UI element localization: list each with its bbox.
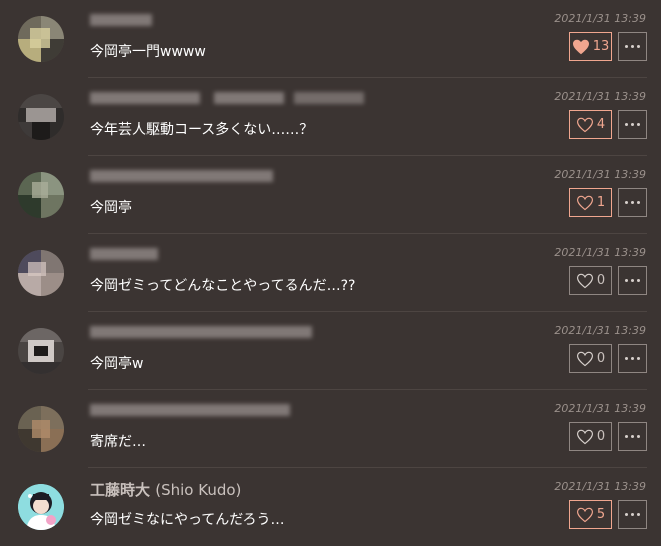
more-options-icon — [625, 279, 640, 282]
avatar[interactable] — [18, 94, 64, 140]
comment-timestamp: 2021/1/31 13:39 — [554, 90, 646, 103]
more-options-icon — [625, 123, 640, 126]
like-count: 4 — [596, 117, 606, 132]
avatar[interactable] — [18, 250, 64, 296]
more-options-button[interactable] — [618, 266, 647, 295]
more-options-button[interactable] — [618, 188, 647, 217]
more-options-button[interactable] — [618, 344, 647, 373]
comment-text: 今岡ゼミってどんなことやってるんだ…?? — [90, 278, 356, 294]
more-options-button[interactable] — [618, 500, 647, 529]
comment-item: 今岡亭w 2021/1/31 13:39 0 — [0, 312, 661, 390]
heart-outline-icon — [576, 507, 593, 522]
comment-timestamp: 2021/1/31 13:39 — [554, 12, 646, 25]
comment-timestamp: 2021/1/31 13:39 — [554, 246, 646, 259]
heart-outline-icon — [576, 351, 593, 366]
comment-text: 今岡ゼミなにやってんだろう… — [90, 512, 285, 528]
comment-text: 今岡亭 — [90, 200, 132, 216]
avatar[interactable] — [18, 172, 64, 218]
comment-item: 今岡亭一門wwww 2021/1/31 13:39 13 — [0, 0, 661, 78]
comment-text: 今岡亭一門wwww — [90, 44, 206, 60]
like-button[interactable]: 1 — [569, 188, 612, 217]
more-options-button[interactable] — [618, 32, 647, 61]
like-count: 0 — [596, 273, 606, 288]
like-button[interactable]: 4 — [569, 110, 612, 139]
more-options-icon — [625, 201, 640, 204]
heart-outline-icon — [576, 117, 593, 132]
more-options-icon — [625, 45, 640, 48]
more-options-button[interactable] — [618, 110, 647, 139]
comment-item: 工藤時大 (Shio Kudo) 今岡ゼミなにやってんだろう… 2021/1/3… — [0, 468, 661, 546]
comment-timestamp: 2021/1/31 13:39 — [554, 402, 646, 415]
comment-text: 今岡亭w — [90, 356, 144, 372]
avatar[interactable] — [18, 484, 64, 530]
comment-timestamp: 2021/1/31 13:39 — [554, 480, 646, 493]
author-name-pixelated — [90, 170, 273, 186]
comment-text: 今年芸人駆動コース多くない……？ — [90, 122, 314, 138]
user-avatar-illustration — [18, 484, 64, 530]
author-name-pixelated — [90, 326, 312, 342]
more-options-icon — [625, 435, 640, 438]
more-options-icon — [625, 357, 640, 360]
like-button[interactable]: 13 — [569, 32, 612, 61]
author-name-pixelated — [90, 92, 364, 108]
comment-item: 今岡ゼミってどんなことやってるんだ…?? 2021/1/31 13:39 0 — [0, 234, 661, 312]
more-options-icon — [625, 513, 640, 516]
heart-outline-icon — [576, 195, 593, 210]
heart-filled-icon — [572, 39, 589, 54]
more-options-button[interactable] — [618, 422, 647, 451]
comment-timestamp: 2021/1/31 13:39 — [554, 324, 646, 337]
like-button[interactable]: 0 — [569, 266, 612, 295]
author-name[interactable]: 工藤時大 (Shio Kudo) — [90, 479, 241, 500]
like-count: 13 — [592, 39, 610, 54]
author-name-romaji: (Shio Kudo) — [155, 481, 242, 499]
like-count: 0 — [596, 351, 606, 366]
comment-timestamp: 2021/1/31 13:39 — [554, 168, 646, 181]
comment-item: 今岡亭 2021/1/31 13:39 1 — [0, 156, 661, 234]
avatar[interactable] — [18, 16, 64, 62]
comment-item: 今年芸人駆動コース多くない……？ 2021/1/31 13:39 4 — [0, 78, 661, 156]
like-button[interactable]: 0 — [569, 422, 612, 451]
like-button[interactable]: 5 — [569, 500, 612, 529]
heart-outline-icon — [576, 273, 593, 288]
like-count: 0 — [596, 429, 606, 444]
like-count: 5 — [596, 507, 606, 522]
comment-list: 今岡亭一門wwww 2021/1/31 13:39 13 今年芸人駆動コース多く… — [0, 0, 661, 540]
author-name-japanese: 工藤時大 — [90, 481, 151, 499]
author-name-pixelated — [90, 248, 158, 264]
author-name-pixelated — [90, 14, 152, 30]
avatar[interactable] — [18, 328, 64, 374]
heart-outline-icon — [576, 429, 593, 444]
comment-text: 寄席だ… — [90, 434, 146, 450]
avatar[interactable] — [18, 406, 64, 452]
author-name-pixelated — [90, 404, 290, 420]
like-count: 1 — [596, 195, 606, 210]
comment-item: 寄席だ… 2021/1/31 13:39 0 — [0, 390, 661, 468]
like-button[interactable]: 0 — [569, 344, 612, 373]
